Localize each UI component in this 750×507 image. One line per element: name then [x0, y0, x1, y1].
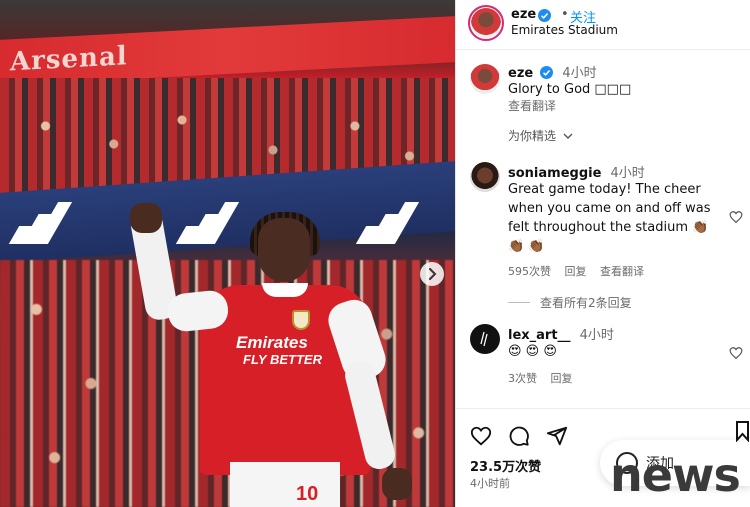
view-replies-link[interactable]: 查看所有2条回复: [508, 294, 632, 311]
caption-username[interactable]: eze: [508, 66, 533, 81]
reply-button[interactable]: 回复: [565, 265, 587, 278]
adidas-logo: [8, 200, 73, 244]
verified-icon: [538, 9, 551, 22]
player-collar: [262, 283, 308, 297]
chevron-down-icon: [563, 133, 573, 139]
player-fist: [130, 203, 162, 233]
adidas-logo: [355, 200, 420, 244]
chevron-right-icon: [429, 268, 437, 280]
avatar[interactable]: [470, 162, 500, 192]
comment-time: 4小时: [579, 328, 614, 343]
club-crest: [292, 310, 310, 330]
likes-count[interactable]: 23.5万次赞: [470, 456, 541, 475]
caption-time: 4小时: [562, 66, 597, 81]
caption-translate-link[interactable]: 查看翻译: [508, 97, 556, 114]
sort-dropdown[interactable]: 为你精选: [508, 127, 573, 144]
sort-label: 为你精选: [508, 129, 557, 143]
comment-username[interactable]: soniameggie: [508, 166, 601, 181]
verified-icon: [540, 66, 554, 79]
player-head: [258, 218, 310, 282]
post-header: eze • 关注 Emirates Stadium: [456, 0, 750, 50]
comment-time: 4小时: [610, 166, 645, 181]
heart-icon[interactable]: [729, 210, 743, 224]
view-replies-label: 查看所有2条回复: [540, 296, 632, 310]
player-hand: [382, 468, 412, 500]
share-icon[interactable]: [546, 425, 568, 447]
comment-username[interactable]: lex_art__: [508, 328, 571, 343]
post-photo[interactable]: Arsenal Emirates FLY BETTER 10: [0, 0, 455, 507]
comment-likes[interactable]: 595次赞: [508, 265, 551, 278]
location-link[interactable]: Emirates Stadium: [511, 23, 618, 37]
comment-meta: 3次赞 回复: [508, 370, 583, 386]
posted-time: 4小时前: [470, 477, 510, 490]
watermark: news: [610, 448, 741, 502]
comment-text: Great game today! The cheer when you cam…: [508, 180, 723, 256]
reply-button[interactable]: 回复: [551, 372, 573, 385]
comments-panel: eze • 关注 Emirates Stadium eze 4小时 Glory …: [455, 0, 750, 507]
comment-icon[interactable]: [508, 425, 530, 447]
separator-dot: •: [561, 7, 569, 22]
shirt-sponsor: Emirates: [236, 333, 308, 352]
adidas-logo: [175, 200, 240, 244]
bookmark-icon[interactable]: [735, 420, 750, 442]
shirt-sponsor-tagline: FLY BETTER: [243, 352, 322, 367]
heart-icon[interactable]: [729, 346, 743, 360]
translate-link[interactable]: 查看翻译: [600, 265, 644, 278]
shorts-number: 10: [296, 483, 319, 505]
comment-text: 😍 😍 😍: [508, 344, 557, 359]
comment-likes[interactable]: 3次赞: [508, 372, 537, 385]
comment-meta: 595次赞 回复 查看翻译: [508, 263, 654, 279]
replies-divider: [508, 302, 530, 303]
carousel-next-button[interactable]: [420, 262, 444, 286]
header-username[interactable]: eze: [511, 7, 536, 22]
banner-text: Arsenal: [10, 41, 128, 78]
avatar[interactable]: [470, 64, 500, 94]
player-shorts: [230, 462, 340, 507]
heart-icon[interactable]: [470, 425, 492, 447]
avatar[interactable]: [470, 324, 500, 354]
comment-text-body: Great game today! The cheer when you cam…: [508, 182, 711, 235]
avatar[interactable]: [468, 5, 504, 41]
